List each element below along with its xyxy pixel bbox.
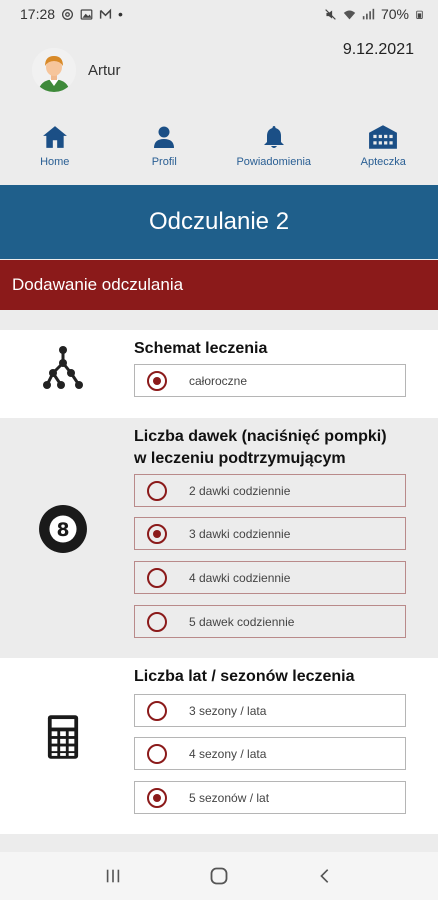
nav-powiadomienia[interactable]: Powiadomienia <box>219 122 329 178</box>
radio-icon <box>147 700 167 721</box>
nav-powiadomienia-label: Powiadomienia <box>236 156 312 168</box>
radio-icon <box>147 480 167 501</box>
current-date: 9.12.2021 <box>342 41 414 58</box>
option-label: 4 dawki codziennie <box>189 570 291 585</box>
lata-option-5[interactable]: 5 sezonów / lat <box>134 781 406 814</box>
user-name: Artur <box>88 62 121 79</box>
wifi-icon <box>343 9 356 19</box>
eight-ball-number: 8 <box>56 520 69 541</box>
recent-apps-icon <box>106 869 120 883</box>
dawki-title-line2: w leczeniu podtrzymującym <box>134 450 346 467</box>
radio-icon <box>147 611 167 632</box>
back-button[interactable] <box>305 856 345 896</box>
dawki-option-2[interactable]: 2 dawki codziennie <box>134 474 406 507</box>
nav-profil[interactable]: Profil <box>110 122 220 178</box>
lata-option-4[interactable]: 4 sezony / lata <box>134 737 406 770</box>
status-time: 17:28 <box>20 6 56 22</box>
dawki-title-line1: Liczba dawek (naciśnięć pompki) <box>134 428 387 445</box>
dawki-option-5[interactable]: 5 dawek codziennie <box>134 605 406 638</box>
section-lata: Liczba lat / sezonów leczenia 3 sezony /… <box>0 658 438 834</box>
schemat-title: Schemat leczenia <box>134 340 268 357</box>
mute-icon <box>325 8 336 20</box>
screen: 17:28 • 70% Artur 9.12.2021 Home Profil … <box>0 0 438 900</box>
nav-apteczka-label: Apteczka <box>360 156 406 168</box>
lata-option-3[interactable]: 3 sezony / lata <box>134 694 406 727</box>
dawki-option-4[interactable]: 4 dawki codziennie <box>134 561 406 594</box>
option-label: 3 dawki codziennie <box>189 526 291 541</box>
status-right: 70% <box>324 6 424 22</box>
at-icon <box>62 8 74 20</box>
image-icon <box>80 8 93 20</box>
calculator-icon <box>36 710 90 764</box>
back-chevron-icon <box>320 869 329 883</box>
section-next-partial <box>0 834 438 852</box>
status-dot: • <box>118 6 123 22</box>
network-icon <box>36 340 90 394</box>
user-header: Artur 9.12.2021 <box>0 28 438 116</box>
status-left: 17:28 • <box>20 6 123 22</box>
option-label: 5 sezonów / lat <box>189 790 270 805</box>
option-label: 5 dawek codziennie <box>189 614 295 629</box>
option-label: 2 dawki codziennie <box>189 483 291 498</box>
option-label: 4 sezony / lata <box>189 746 267 761</box>
home-system-button[interactable] <box>199 856 239 896</box>
top-nav: Home Profil Powiadomienia Apteczka <box>0 122 438 178</box>
home-icon <box>40 122 70 152</box>
nav-profil-label: Profil <box>151 156 177 168</box>
avatar[interactable] <box>32 48 76 92</box>
mail-icon <box>99 8 112 19</box>
section-schemat: Schemat leczenia całoroczne <box>0 330 438 418</box>
status-battery: 70% <box>380 6 409 22</box>
schemat-option-caloroczne[interactable]: całoroczne <box>134 364 406 397</box>
radio-icon <box>147 523 167 544</box>
option-label: 3 sezony / lata <box>189 703 267 718</box>
radio-icon <box>147 743 167 764</box>
bell-icon <box>259 122 289 152</box>
nav-home-label: Home <box>40 156 70 168</box>
home-circle-icon <box>210 867 228 885</box>
section-header-title: Dodawanie odczulania <box>12 275 184 294</box>
person-icon <box>149 122 179 152</box>
recent-apps-button[interactable] <box>93 856 133 896</box>
status-bar: 17:28 • 70% <box>0 0 438 28</box>
radio-icon <box>147 567 167 588</box>
radio-icon <box>147 787 167 808</box>
user-avatar-icon <box>32 48 76 92</box>
section-dawki: 8 Liczba dawek (naciśnięć pompki) w lecz… <box>0 418 438 658</box>
eight-ball-icon: 8 <box>36 502 90 556</box>
nav-apteczka[interactable]: Apteczka <box>329 122 438 178</box>
system-nav-bar <box>0 852 438 900</box>
signal-icon <box>362 8 375 19</box>
page-title: Odczulanie 2 <box>148 208 290 235</box>
section-header: Dodawanie odczulania <box>0 260 438 310</box>
lata-title: Liczba lat / sezonów leczenia <box>134 668 355 685</box>
nav-home[interactable]: Home <box>0 122 110 178</box>
page-title-bar: Odczulanie 2 <box>0 185 438 259</box>
battery-icon <box>416 10 423 19</box>
option-label: całoroczne <box>189 373 248 388</box>
radio-icon <box>147 370 167 391</box>
building-icon <box>368 122 398 152</box>
dawki-option-3[interactable]: 3 dawki codziennie <box>134 517 406 550</box>
